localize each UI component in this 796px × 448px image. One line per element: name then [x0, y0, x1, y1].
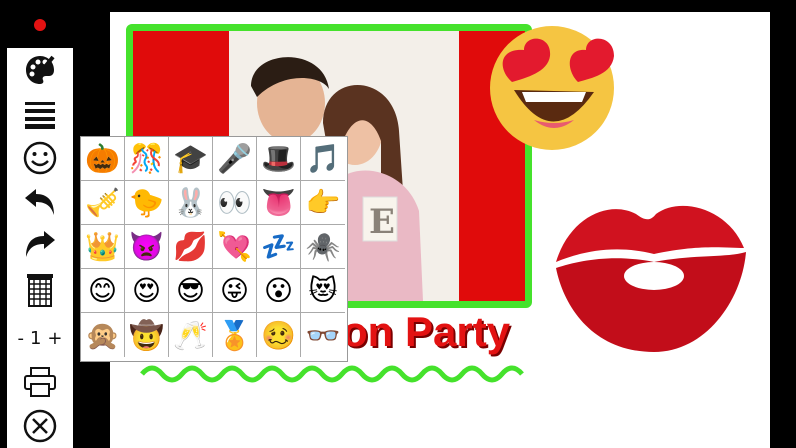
- undo-icon: [25, 189, 54, 215]
- lips-sticker[interactable]: [550, 192, 750, 364]
- emoji-cell[interactable]: 🎃: [81, 137, 125, 181]
- clear-button[interactable]: [7, 270, 73, 310]
- emoji-picker: 🎃 🎊 🎓 🎤 🎩 🎵 🎺 🐤 🐰 👀 👅 👉 👑 👿 💋 💘 💤 🕷️ 😊 😍 😎 😜 😮 😻 🙊 🤠 🥂 🏅 🥴 👓: [80, 136, 348, 362]
- emoji-cell[interactable]: 🎤: [213, 137, 257, 181]
- emoji-cell[interactable]: 💤: [257, 225, 301, 269]
- emoji-cell[interactable]: 😎: [169, 269, 213, 313]
- emoji-cell[interactable]: 🐰: [169, 181, 213, 225]
- emoji-cell[interactable]: 😻: [301, 269, 345, 313]
- emoji-cell[interactable]: 🏅: [213, 313, 257, 357]
- line-thickness-button[interactable]: [7, 94, 73, 134]
- party-text: on Party: [342, 308, 511, 355]
- emoji-cell[interactable]: 🐤: [125, 181, 169, 225]
- emoji-cell[interactable]: 💘: [213, 225, 257, 269]
- palette-button[interactable]: [7, 50, 73, 90]
- emoji-cell[interactable]: 👅: [257, 181, 301, 225]
- svg-text:E: E: [369, 202, 395, 242]
- redo-icon: [26, 231, 55, 257]
- right-border: [770, 0, 796, 448]
- decrement-button[interactable]: -: [17, 328, 24, 349]
- emoji-cell[interactable]: 💋: [169, 225, 213, 269]
- emoji-cell[interactable]: 🎓: [169, 137, 213, 181]
- close-icon: [23, 409, 57, 443]
- emoji-cell[interactable]: 😜: [213, 269, 257, 313]
- emoji-cell[interactable]: 🤠: [125, 313, 169, 357]
- heart-eyes-sticker[interactable]: [484, 20, 624, 152]
- emoji-cell[interactable]: 🎵: [301, 137, 345, 181]
- emoji-cell[interactable]: 👀: [213, 181, 257, 225]
- size-stepper: - 1 +: [7, 318, 73, 358]
- smiley-icon: [23, 141, 57, 175]
- emoji-cell[interactable]: 🎩: [257, 137, 301, 181]
- close-button[interactable]: [7, 406, 73, 446]
- emoji-cell[interactable]: 👉: [301, 181, 345, 225]
- redo-button[interactable]: [7, 224, 73, 264]
- undo-button[interactable]: [7, 182, 73, 222]
- record-indicator: [34, 19, 46, 31]
- increment-button[interactable]: +: [47, 328, 62, 349]
- emoji-cell[interactable]: 🥂: [169, 313, 213, 357]
- emoji-cell[interactable]: 🥴: [257, 313, 301, 357]
- emoji-cell[interactable]: 👑: [81, 225, 125, 269]
- emoji-button[interactable]: [7, 138, 73, 178]
- emoji-cell[interactable]: 😮: [257, 269, 301, 313]
- green-scribble: [140, 365, 524, 383]
- emoji-cell[interactable]: 😊: [81, 269, 125, 313]
- trash-icon: [27, 274, 53, 307]
- print-button[interactable]: [7, 362, 73, 402]
- emoji-cell[interactable]: 😍: [125, 269, 169, 313]
- size-value: 1: [29, 327, 42, 349]
- emoji-cell[interactable]: 🎺: [81, 181, 125, 225]
- emoji-cell[interactable]: 🕷️: [301, 225, 345, 269]
- emoji-cell[interactable]: 👓: [301, 313, 345, 357]
- emoji-cell[interactable]: 🙊: [81, 313, 125, 357]
- palette-icon: [26, 55, 55, 84]
- line-thickness-icon: [25, 102, 55, 129]
- emoji-cell[interactable]: 👿: [125, 225, 169, 269]
- emoji-cell[interactable]: 🎊: [125, 137, 169, 181]
- print-icon: [24, 367, 56, 397]
